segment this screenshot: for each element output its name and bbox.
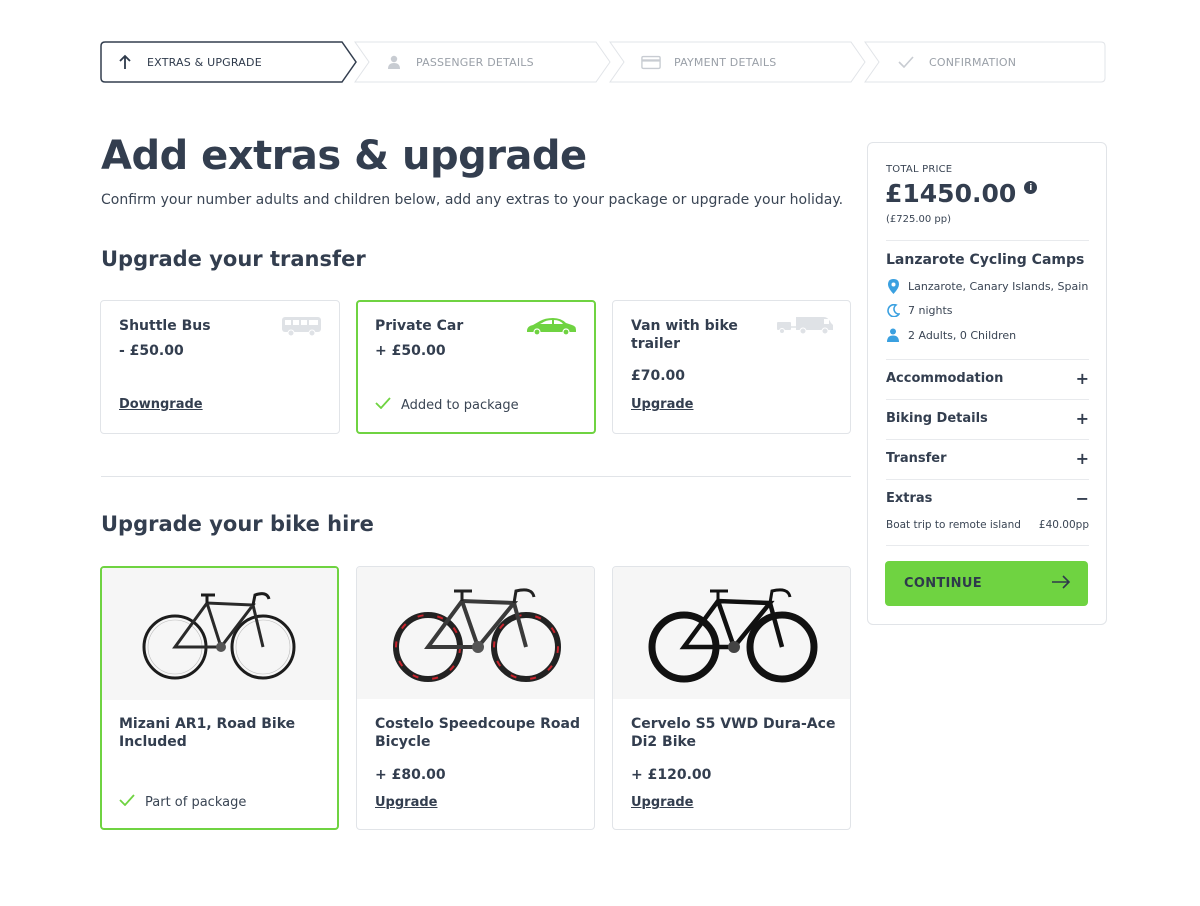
step-confirmation[interactable]: CONFIRMATION <box>864 41 1106 83</box>
bike-option-mizani[interactable]: Mizani AR1, Road Bike Included Part of p… <box>100 566 339 830</box>
check-icon <box>896 52 916 72</box>
upgrade-link[interactable]: Upgrade <box>631 795 693 810</box>
transfer-option-shuttle-bus[interactable]: Shuttle Bus - £50.00 Downgrade <box>100 300 340 434</box>
road-bike-icon <box>392 588 561 682</box>
divider <box>886 240 1089 241</box>
arrow-right-icon <box>1051 574 1071 593</box>
nights-text: 7 nights <box>908 304 953 317</box>
divider <box>886 359 1089 360</box>
road-bike-icon <box>142 592 295 680</box>
accordion-label: Accommodation <box>886 371 1004 386</box>
progress-stepper: EXTRAS & UPGRADE PASSENGER DETAILS PAYME… <box>100 41 1106 83</box>
trip-title: Lanzarote Cycling Camps <box>886 252 1085 268</box>
section-divider <box>101 476 851 477</box>
transfer-option-private-car[interactable]: Private Car + £50.00 Added to package <box>356 300 596 434</box>
van-trailer-icon <box>776 315 834 339</box>
total-price-value: £1450.00 <box>885 179 1017 208</box>
check-icon <box>119 794 135 810</box>
moon-icon <box>886 304 900 317</box>
step-label: EXTRAS & UPGRADE <box>147 55 262 69</box>
step-label: PAYMENT DETAILS <box>674 55 777 69</box>
upgrade-link[interactable]: Upgrade <box>631 397 693 412</box>
travellers-text: 2 Adults, 0 Children <box>908 328 1017 342</box>
booking-summary: TOTAL PRICE £1450.00 i (£725.00 pp) Lanz… <box>867 142 1107 625</box>
car-icon <box>525 317 577 341</box>
total-price-label: TOTAL PRICE <box>886 164 953 175</box>
divider <box>886 545 1089 546</box>
bike-image <box>613 567 850 699</box>
option-name: Private Car <box>375 318 464 334</box>
location-text: Lanzarote, Canary Islands, Spain <box>908 280 1089 293</box>
page-title: Add extras & upgrade <box>101 133 587 179</box>
extra-label: Boat trip to remote island <box>886 519 1021 531</box>
total-price: £1450.00 i <box>885 179 1038 208</box>
road-bike-icon <box>648 588 817 683</box>
step-label: CONFIRMATION <box>929 55 1017 69</box>
minus-icon: − <box>1075 489 1089 508</box>
step-extras-upgrade[interactable]: EXTRAS & UPGRADE <box>100 41 358 83</box>
transfer-heading: Upgrade your transfer <box>101 247 366 271</box>
trip-location: Lanzarote, Canary Islands, Spain <box>886 279 1088 294</box>
bike-image <box>102 568 337 700</box>
option-name: Shuttle Bus <box>119 318 211 334</box>
accordion-accommodation[interactable]: Accommodation + <box>886 369 1089 388</box>
trip-travellers: 2 Adults, 0 Children <box>886 328 1016 342</box>
bike-name: Costelo Speedcoupe Road Bicycle <box>375 716 580 750</box>
option-price: £70.00 <box>631 368 686 384</box>
bike-price: + £80.00 <box>375 767 446 783</box>
downgrade-link[interactable]: Downgrade <box>119 397 203 412</box>
plus-icon: + <box>1075 409 1089 428</box>
added-label: Added to package <box>401 397 519 413</box>
accordion-biking-details[interactable]: Biking Details + <box>886 409 1089 428</box>
divider <box>886 399 1089 400</box>
accordion-extras[interactable]: Extras − <box>886 489 1089 508</box>
credit-card-icon <box>641 52 661 72</box>
bike-name: Mizani AR1, Road Bike Included <box>119 716 296 750</box>
added-status: Added to package <box>375 397 519 413</box>
bike-heading: Upgrade your bike hire <box>101 512 374 536</box>
accordion-transfer[interactable]: Transfer + <box>886 449 1089 468</box>
continue-button[interactable]: CONTINUE <box>885 561 1088 606</box>
person-icon <box>384 52 404 72</box>
bike-option-costelo[interactable]: Costelo Speedcoupe Road Bicycle + £80.00… <box>356 566 595 830</box>
bike-name: Cervelo S5 VWD Dura-Ace Di2 Bike <box>631 716 836 750</box>
included-status: Part of package <box>119 794 246 810</box>
info-icon[interactable]: i <box>1024 181 1038 194</box>
divider <box>886 479 1089 480</box>
check-icon <box>375 397 391 413</box>
plus-icon: + <box>1075 369 1089 388</box>
trip-nights: 7 nights <box>886 304 953 317</box>
extra-item: Boat trip to remote island £40.00pp <box>886 519 1089 531</box>
bike-image <box>357 567 594 699</box>
step-payment-details[interactable]: PAYMENT DETAILS <box>609 41 867 83</box>
included-label: Part of package <box>145 794 247 810</box>
arrow-up-icon <box>115 52 135 72</box>
extra-price: £40.00pp <box>1038 519 1089 531</box>
continue-label: CONTINUE <box>904 576 982 591</box>
upgrade-link[interactable]: Upgrade <box>375 795 437 810</box>
bus-icon <box>281 315 323 341</box>
option-price: + £50.00 <box>375 343 446 359</box>
page-subtitle: Confirm your number adults and children … <box>101 192 844 208</box>
price-per-person: (£725.00 pp) <box>886 214 952 225</box>
transfer-option-van-trailer[interactable]: Van with bike trailer £70.00 Upgrade <box>612 300 851 434</box>
option-name: Van with bike trailer <box>631 318 738 352</box>
accordion-label: Extras <box>886 491 933 506</box>
step-passenger-details[interactable]: PASSENGER DETAILS <box>354 41 612 83</box>
person-icon <box>886 328 900 342</box>
bike-option-cervelo[interactable]: Cervelo S5 VWD Dura-Ace Di2 Bike + £120.… <box>612 566 851 830</box>
accordion-label: Biking Details <box>886 411 988 426</box>
option-price: - £50.00 <box>119 343 184 359</box>
bike-price: + £120.00 <box>631 767 712 783</box>
step-label: PASSENGER DETAILS <box>416 55 534 69</box>
accordion-label: Transfer <box>886 451 947 466</box>
divider <box>886 439 1089 440</box>
plus-icon: + <box>1075 449 1089 468</box>
map-pin-icon <box>886 279 900 294</box>
